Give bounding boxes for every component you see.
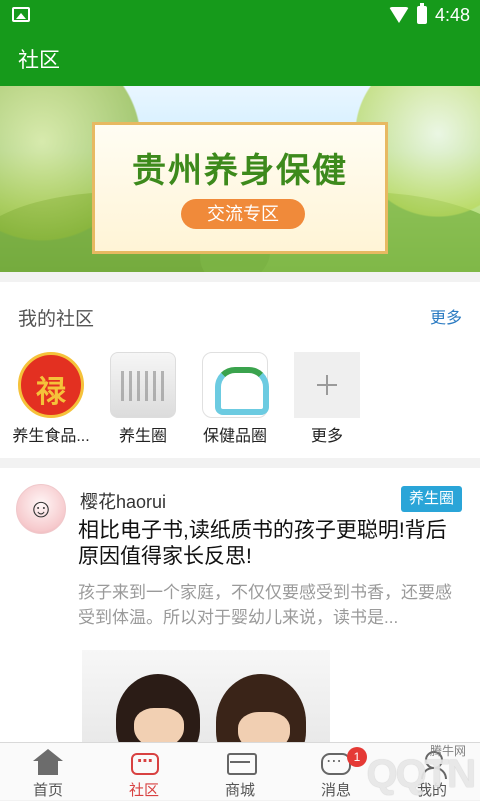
community-icon — [127, 749, 161, 777]
banner-subtitle: 交流专区 — [181, 199, 305, 229]
avatar[interactable] — [16, 484, 66, 534]
tab-home[interactable]: 首页 — [0, 743, 96, 801]
tab-label: 商城 — [224, 782, 255, 799]
child-face — [134, 708, 184, 742]
tab-community[interactable]: 社区 — [96, 743, 192, 801]
app-bar: 社区 — [0, 30, 480, 86]
feed-post[interactable]: 樱花haorui 养生圈 相比电子书,读纸质书的孩子更聪明!背后原因值得家长反思… — [0, 468, 480, 742]
bottom-tab-bar: 首页 社区 商城 1 消息 我的 腾牛网 QQTN — [0, 742, 480, 800]
battery-icon — [416, 3, 427, 24]
my-communities-section: 我的社区 更多 养生食品... 养生圈 保健品圈 更多 — [0, 282, 480, 458]
page-title: 社区 — [18, 49, 60, 72]
banner-card: 贵州养身保健 交流专区 — [92, 122, 388, 254]
community-label: 养生食品... — [12, 428, 90, 445]
health-products-icon — [202, 352, 268, 418]
community-item-more[interactable]: 更多 — [282, 352, 372, 445]
status-icons: 4:48 — [388, 3, 470, 25]
post-image[interactable] — [82, 650, 330, 742]
home-icon — [31, 749, 65, 777]
post-title[interactable]: 相比电子书,读纸质书的孩子更聪明!背后原因值得家长反思! — [78, 518, 462, 570]
tab-label: 首页 — [32, 782, 63, 799]
community-item-health-products[interactable]: 保健品圈 — [190, 352, 280, 445]
watermark-logo: QQTN — [366, 752, 476, 796]
wellness-community-icon — [110, 352, 176, 418]
banner[interactable]: 贵州养身保健 交流专区 — [0, 86, 480, 272]
tab-shop[interactable]: 商城 — [192, 743, 288, 801]
status-bar: 4:48 — [0, 0, 480, 30]
post-username[interactable]: 樱花haorui — [80, 488, 166, 514]
community-item-wellness[interactable]: 养生圈 — [98, 352, 188, 445]
image-notification-icon — [12, 7, 30, 22]
post-body: 孩子来到一个家庭，不仅仅要感受到书香，还要感受到体温。所以对于婴幼儿来说，读书是… — [78, 583, 452, 627]
community-label: 养生圈 — [118, 428, 167, 445]
more-link[interactable]: 更多 — [430, 304, 462, 328]
tab-label: 社区 — [128, 782, 159, 799]
watermark: 腾牛网 QQTN — [310, 740, 476, 796]
post-tag[interactable]: 养生圈 — [400, 486, 462, 512]
community-label: 更多 — [310, 428, 343, 445]
shop-icon — [223, 749, 257, 777]
wifi-icon — [388, 7, 409, 23]
community-item-food[interactable]: 养生食品... — [6, 352, 96, 445]
food-community-icon — [18, 352, 84, 418]
adult-face — [238, 712, 290, 742]
plus-icon — [294, 352, 360, 418]
banner-title: 贵州养身保健 — [132, 151, 348, 191]
status-time: 4:48 — [434, 4, 470, 25]
section-title: 我的社区 — [18, 309, 95, 330]
community-label: 保健品圈 — [202, 428, 267, 445]
